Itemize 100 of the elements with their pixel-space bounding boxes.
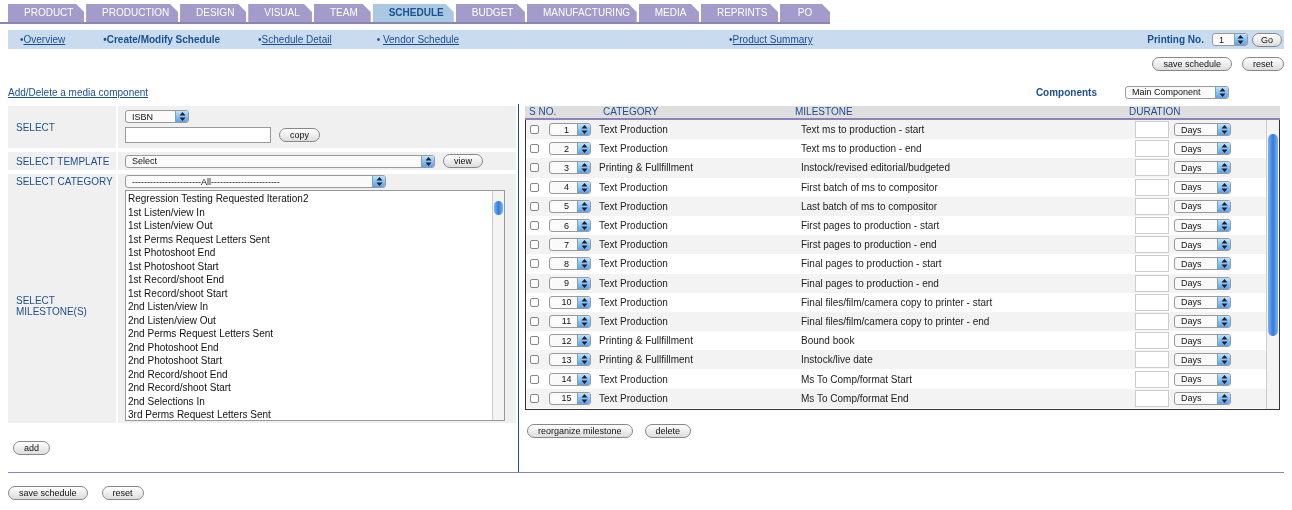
- top-button[interactable]: save schedule: [1152, 57, 1232, 71]
- row-checkbox[interactable]: [530, 221, 539, 231]
- list-item[interactable]: 1st Listen/view In: [128, 205, 490, 219]
- unit-select[interactable]: Days: [1174, 161, 1231, 175]
- scrollbar[interactable]: [1266, 120, 1279, 409]
- nav-link[interactable]: •Schedule Detail: [258, 34, 332, 45]
- row-checkbox[interactable]: [530, 125, 539, 135]
- list-item[interactable]: 2nd Listen/view Out: [128, 313, 490, 327]
- unit-select[interactable]: Days: [1174, 276, 1231, 290]
- unit-select[interactable]: Days: [1174, 238, 1231, 252]
- list-item[interactable]: 3rd Perms Request Letters Sent: [128, 408, 490, 422]
- list-item[interactable]: 2nd Perms Request Letters Sent: [128, 327, 490, 341]
- unit-select[interactable]: Days: [1174, 295, 1231, 309]
- sno-select[interactable]: 2: [549, 142, 591, 156]
- row-checkbox[interactable]: [530, 297, 539, 307]
- duration-field[interactable]: [1135, 159, 1169, 177]
- nav-link[interactable]: • Vendor Schedule: [376, 34, 460, 45]
- duration-field[interactable]: [1135, 274, 1169, 292]
- bottom-button[interactable]: reset: [101, 486, 144, 500]
- duration-field[interactable]: [1135, 121, 1169, 139]
- duration-field[interactable]: [1135, 197, 1169, 215]
- row-checkbox[interactable]: [530, 240, 539, 250]
- list-item[interactable]: 2nd Record/shoot Start: [128, 381, 490, 395]
- sno-select[interactable]: 5: [549, 199, 591, 213]
- row-checkbox[interactable]: [530, 182, 539, 192]
- sno-select[interactable]: 11: [549, 314, 591, 328]
- list-item[interactable]: 1st Photoshoot Start: [128, 259, 490, 273]
- duration-field[interactable]: [1135, 217, 1169, 235]
- milestone-list[interactable]: [125, 190, 505, 421]
- duration-field[interactable]: [1135, 312, 1169, 330]
- duration-field[interactable]: [1135, 293, 1169, 311]
- duration-field[interactable]: [1135, 178, 1169, 196]
- row-checkbox[interactable]: [530, 316, 539, 326]
- list-item[interactable]: 1st Photoshoot End: [128, 246, 490, 260]
- bottom-button[interactable]: save schedule: [8, 486, 88, 500]
- sno-select[interactable]: 4: [549, 180, 591, 194]
- table-action-button[interactable]: reorganize milestone: [527, 424, 633, 438]
- sno-select[interactable]: 3: [549, 161, 591, 175]
- row-checkbox[interactable]: [530, 278, 539, 288]
- add-button[interactable]: add: [13, 441, 51, 455]
- id-type-select[interactable]: ISBN: [125, 110, 189, 123]
- unit-select[interactable]: Days: [1174, 199, 1231, 213]
- nav-link[interactable]: •Overview: [20, 34, 66, 45]
- list-item[interactable]: 2nd Selections In: [128, 394, 490, 408]
- components-select[interactable]: Main Component: [1125, 85, 1229, 99]
- sno-select[interactable]: 13: [549, 353, 591, 367]
- sno-select[interactable]: 8: [549, 257, 591, 271]
- tab[interactable]: SCHEDULE: [372, 4, 454, 22]
- input-field[interactable]: [125, 127, 271, 143]
- list-item[interactable]: 1st Record/shoot Start: [128, 286, 490, 300]
- sno-select[interactable]: 1: [549, 123, 591, 137]
- duration-field[interactable]: [1135, 370, 1169, 388]
- duration-field[interactable]: [1135, 255, 1169, 273]
- sno-select[interactable]: 10: [549, 295, 591, 309]
- list-item[interactable]: 1st Record/shoot End: [128, 273, 490, 287]
- sno-select[interactable]: 6: [549, 219, 591, 233]
- unit-select[interactable]: Days: [1174, 123, 1231, 137]
- row-checkbox[interactable]: [530, 336, 539, 346]
- list-item[interactable]: 2nd Record/shoot End: [128, 367, 490, 381]
- row-checkbox[interactable]: [530, 355, 539, 365]
- view-button[interactable]: view: [443, 154, 483, 168]
- row-checkbox[interactable]: [530, 374, 539, 384]
- row-checkbox[interactable]: [530, 163, 539, 173]
- row-checkbox[interactable]: [530, 259, 539, 269]
- unit-select[interactable]: Days: [1174, 353, 1231, 367]
- duration-field[interactable]: [1135, 140, 1169, 158]
- sno-select[interactable]: 14: [549, 372, 591, 386]
- row-checkbox[interactable]: [530, 201, 539, 211]
- unit-select[interactable]: Days: [1174, 334, 1231, 348]
- row-checkbox[interactable]: [530, 144, 539, 154]
- unit-select[interactable]: Days: [1174, 372, 1231, 386]
- list-item[interactable]: 2nd Listen/view In: [128, 300, 490, 314]
- unit-select[interactable]: Days: [1174, 314, 1231, 328]
- list-item[interactable]: 2nd Photoshoot Start: [128, 354, 490, 368]
- unit-select[interactable]: Days: [1174, 142, 1231, 156]
- template-select[interactable]: Select: [125, 154, 435, 168]
- list-item[interactable]: 1st Listen/view Out: [128, 219, 490, 233]
- copy-button[interactable]: copy: [279, 128, 320, 142]
- go-button[interactable]: Go: [1252, 32, 1282, 47]
- sno-select[interactable]: 9: [549, 276, 591, 290]
- category-select[interactable]: -----------------------All-----------------------: [125, 175, 386, 188]
- row-checkbox[interactable]: [530, 393, 539, 403]
- duration-field[interactable]: [1135, 236, 1169, 254]
- nav-link[interactable]: •Create/Modify Schedule: [103, 34, 221, 45]
- media-component-link[interactable]: Add/Delete a media component: [8, 86, 149, 98]
- unit-select[interactable]: Days: [1174, 219, 1231, 233]
- unit-select[interactable]: Days: [1174, 180, 1231, 194]
- unit-select[interactable]: Days: [1174, 391, 1231, 405]
- printing-select[interactable]: 1: [1212, 33, 1248, 46]
- list-item[interactable]: 2nd Photoshoot End: [128, 340, 490, 354]
- sno-select[interactable]: 12: [549, 334, 591, 348]
- duration-field[interactable]: [1135, 332, 1169, 350]
- unit-select[interactable]: Days: [1174, 257, 1231, 271]
- table-action-button[interactable]: delete: [644, 424, 692, 438]
- duration-field[interactable]: [1135, 351, 1169, 369]
- list-item[interactable]: 1st Perms Request Letters Sent: [128, 232, 490, 246]
- scrollbar[interactable]: [492, 191, 504, 420]
- nav-link[interactable]: •Product Summary: [729, 34, 813, 45]
- duration-field[interactable]: [1135, 389, 1169, 407]
- list-item[interactable]: Regression Testing Requested Iteration2: [128, 192, 490, 206]
